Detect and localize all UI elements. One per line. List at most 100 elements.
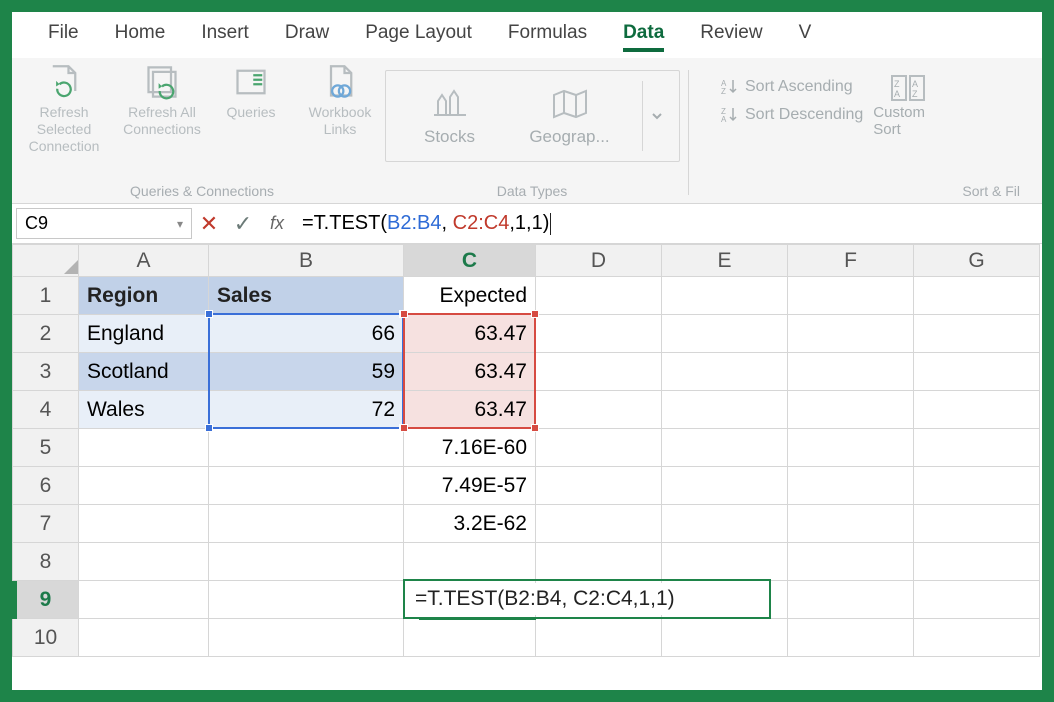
cell-C4[interactable]: 63.47 (404, 391, 536, 429)
cell-E5[interactable] (662, 429, 788, 467)
data-types-more[interactable] (642, 81, 663, 151)
cell-G3[interactable] (914, 353, 1040, 391)
cell-F7[interactable] (788, 505, 914, 543)
tab-draw[interactable]: Draw (285, 22, 329, 52)
cell-A4[interactable]: Wales (79, 391, 209, 429)
cell-A1[interactable]: Region (79, 277, 209, 315)
col-header-C[interactable]: C (404, 245, 536, 277)
cell-B6[interactable] (209, 467, 404, 505)
col-header-A[interactable]: A (79, 245, 209, 277)
cell-G2[interactable] (914, 315, 1040, 353)
cell-A9[interactable] (79, 581, 209, 619)
sort-ascending-button[interactable]: AZ Sort Ascending (721, 78, 863, 96)
cell-B10[interactable] (209, 619, 404, 657)
active-cell-editor[interactable]: =T.TEST(B2:B4, C2:C4,1,1) (407, 583, 683, 615)
cell-D1[interactable] (536, 277, 662, 315)
cell-B8[interactable] (209, 543, 404, 581)
col-header-D[interactable]: D (536, 245, 662, 277)
queries-button[interactable]: Queries (218, 64, 284, 154)
cell-C5[interactable]: 7.16E-60 (404, 429, 536, 467)
cell-D8[interactable] (536, 543, 662, 581)
tab-data[interactable]: Data (623, 22, 664, 52)
cell-F10[interactable] (788, 619, 914, 657)
cell-E4[interactable] (662, 391, 788, 429)
col-header-F[interactable]: F (788, 245, 914, 277)
cell-C10[interactable] (404, 619, 536, 657)
cell-E8[interactable] (662, 543, 788, 581)
cell-G4[interactable] (914, 391, 1040, 429)
spreadsheet-grid[interactable]: A B C D E F G 1 Region Sales Expected (12, 244, 1042, 657)
name-box[interactable]: C9 ▾ (16, 208, 192, 239)
cell-E3[interactable] (662, 353, 788, 391)
row-header-10[interactable]: 10 (13, 619, 79, 657)
cell-B9[interactable] (209, 581, 404, 619)
cell-E10[interactable] (662, 619, 788, 657)
cell-G5[interactable] (914, 429, 1040, 467)
cell-D6[interactable] (536, 467, 662, 505)
cell-D7[interactable] (536, 505, 662, 543)
cell-A7[interactable] (79, 505, 209, 543)
tab-insert[interactable]: Insert (201, 22, 249, 52)
row-header-7[interactable]: 7 (13, 505, 79, 543)
cell-G9[interactable] (914, 581, 1040, 619)
cell-A3[interactable]: Scotland (79, 353, 209, 391)
row-header-3[interactable]: 3 (13, 353, 79, 391)
workbook-links-button[interactable]: Workbook Links (298, 64, 382, 154)
col-header-B[interactable]: B (209, 245, 404, 277)
row-header-6[interactable]: 6 (13, 467, 79, 505)
row-header-8[interactable]: 8 (13, 543, 79, 581)
cell-D4[interactable] (536, 391, 662, 429)
cell-F8[interactable] (788, 543, 914, 581)
cell-C2[interactable]: 63.47 (404, 315, 536, 353)
cell-G8[interactable] (914, 543, 1040, 581)
cell-A6[interactable] (79, 467, 209, 505)
geography-button[interactable]: Geograp... (522, 85, 618, 147)
cell-G6[interactable] (914, 467, 1040, 505)
cell-C6[interactable]: 7.49E-57 (404, 467, 536, 505)
cell-F1[interactable] (788, 277, 914, 315)
cell-F2[interactable] (788, 315, 914, 353)
cell-D3[interactable] (536, 353, 662, 391)
data-types-gallery[interactable]: Stocks Geograp... (385, 70, 680, 162)
tab-home[interactable]: Home (115, 22, 166, 52)
cell-E2[interactable] (662, 315, 788, 353)
cell-F4[interactable] (788, 391, 914, 429)
formula-cancel-button[interactable]: ✕ (192, 211, 226, 237)
stocks-button[interactable]: Stocks (402, 85, 498, 147)
custom-sort-button[interactable]: ZA AZ Custom Sort (873, 64, 943, 138)
cell-E6[interactable] (662, 467, 788, 505)
cell-G7[interactable] (914, 505, 1040, 543)
tab-view[interactable]: V (799, 22, 812, 52)
cell-C7[interactable]: 3.2E-62 (404, 505, 536, 543)
col-header-G[interactable]: G (914, 245, 1040, 277)
cell-G10[interactable] (914, 619, 1040, 657)
cell-F6[interactable] (788, 467, 914, 505)
refresh-selected-button[interactable]: Refresh Selected Connection (22, 64, 106, 154)
cell-F9[interactable] (788, 581, 914, 619)
cell-B5[interactable] (209, 429, 404, 467)
cell-A5[interactable] (79, 429, 209, 467)
sort-descending-button[interactable]: ZA Sort Descending (721, 106, 863, 124)
row-header-4[interactable]: 4 (13, 391, 79, 429)
formula-confirm-button[interactable]: ✓ (226, 211, 260, 237)
cell-F3[interactable] (788, 353, 914, 391)
insert-function-button[interactable]: fx (260, 213, 294, 234)
tab-file[interactable]: File (48, 22, 79, 52)
tab-page-layout[interactable]: Page Layout (365, 22, 472, 52)
cell-F5[interactable] (788, 429, 914, 467)
cell-C8[interactable] (404, 543, 536, 581)
tab-review[interactable]: Review (700, 22, 762, 52)
cell-G1[interactable] (914, 277, 1040, 315)
cell-B1[interactable]: Sales (209, 277, 404, 315)
cell-C3[interactable]: 63.47 (404, 353, 536, 391)
cell-A2[interactable]: England (79, 315, 209, 353)
cell-A10[interactable] (79, 619, 209, 657)
cell-B7[interactable] (209, 505, 404, 543)
cell-A8[interactable] (79, 543, 209, 581)
row-header-1[interactable]: 1 (13, 277, 79, 315)
row-header-5[interactable]: 5 (13, 429, 79, 467)
select-all-corner[interactable] (13, 245, 79, 277)
cell-B4[interactable]: 72 (209, 391, 404, 429)
col-header-E[interactable]: E (662, 245, 788, 277)
cell-D10[interactable] (536, 619, 662, 657)
